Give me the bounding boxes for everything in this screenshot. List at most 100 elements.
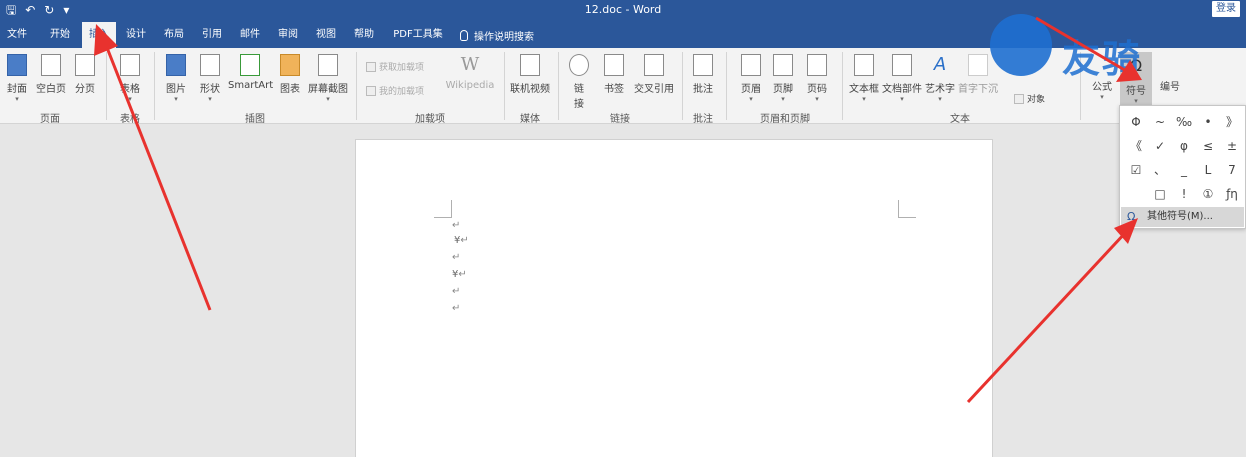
comment-button[interactable]: 批注 — [690, 54, 716, 95]
bookmark-button[interactable]: 书签 — [600, 54, 628, 95]
symbol-cell[interactable]: φ — [1172, 134, 1196, 158]
textbox-button[interactable]: 文本框 ▾ — [848, 54, 880, 103]
omega-icon: Ω — [1127, 210, 1136, 223]
symbol-cell[interactable]: ƒη — [1220, 182, 1244, 206]
group-label-tables: 表格 — [120, 114, 140, 125]
tab-home[interactable]: 开始 — [42, 20, 78, 48]
textbox-icon — [854, 54, 874, 76]
tab-insert[interactable]: 插入 — [82, 20, 116, 48]
symbol-cell[interactable]: □ — [1148, 182, 1172, 206]
textbox-label: 文本框 — [849, 84, 879, 95]
symbol-cell[interactable]: ‰ — [1172, 110, 1196, 134]
picture-button[interactable]: 图片 ▾ — [162, 54, 190, 103]
chart-button[interactable]: 图表 — [276, 54, 304, 95]
symbol-cell[interactable]: ≤ — [1196, 134, 1220, 158]
symbol-cell[interactable]: Φ — [1124, 110, 1148, 134]
cover-page-button[interactable]: 封面 ▾ — [4, 54, 30, 103]
tab-layout[interactable]: 布局 — [158, 20, 190, 48]
symbol-cell[interactable]: ☑ — [1124, 158, 1148, 182]
chart-icon — [280, 54, 300, 76]
header-icon — [741, 54, 761, 76]
chevron-down-icon: ▾ — [749, 95, 753, 103]
tab-file[interactable]: 文件 — [2, 20, 32, 48]
cross-reference-icon — [644, 54, 664, 76]
tab-review[interactable]: 审阅 — [272, 20, 304, 48]
tab-help[interactable]: 帮助 — [348, 20, 380, 48]
my-addins-label: 我的加载项 — [379, 87, 425, 97]
screenshot-button[interactable]: 屏幕截图 ▾ — [306, 54, 350, 103]
more-symbols-item[interactable]: Ω 其他符号(M)... — [1121, 207, 1244, 227]
symbol-cell[interactable]: 、 — [1148, 158, 1172, 182]
symbol-cell[interactable]: 《 — [1124, 134, 1148, 158]
cross-reference-button[interactable]: 交叉引用 — [632, 54, 676, 95]
video-icon — [520, 54, 540, 76]
page-number-button[interactable]: 页码 ▾ — [804, 54, 830, 103]
watermark-logo: 友骑 — [990, 10, 1246, 110]
page-break-button[interactable]: 分页 — [72, 54, 98, 95]
paragraph-mark: ↵ — [458, 269, 467, 280]
smartart-button[interactable]: SmartArt — [228, 54, 273, 91]
shapes-label: 形状 — [200, 84, 220, 95]
tab-references[interactable]: 引用 — [196, 20, 228, 48]
paragraph-mark: ↵ — [452, 286, 461, 297]
symbol-cell[interactable]: ! — [1172, 182, 1196, 206]
symbol-cell[interactable]: _ — [1172, 158, 1196, 182]
screenshot-label: 屏幕截图 — [308, 84, 348, 95]
chevron-down-icon: ▾ — [15, 95, 19, 103]
symbol-cell[interactable]: L — [1196, 158, 1220, 182]
symbol-cell[interactable]: ~ — [1148, 110, 1172, 134]
symbol-cell[interactable] — [1124, 182, 1148, 206]
chart-label: 图表 — [280, 84, 300, 95]
page-break-label: 分页 — [75, 84, 95, 95]
get-addins-button[interactable]: 获取加载项 — [366, 60, 424, 73]
group-label-addins: 加载项 — [415, 114, 445, 125]
tab-pdf-tools[interactable]: PDF工具集 — [388, 20, 448, 48]
table-icon — [120, 54, 140, 76]
link-button[interactable]: 链 接 — [568, 54, 590, 110]
online-video-button[interactable]: 联机视频 — [510, 54, 550, 95]
group-label-header-footer: 页眉和页脚 — [760, 114, 810, 125]
group-label-pages: 页面 — [40, 114, 60, 125]
lightbulb-icon — [460, 30, 468, 41]
separator — [558, 52, 559, 120]
bookmark-icon — [604, 54, 624, 76]
wikipedia-button[interactable]: W Wikipedia — [444, 54, 496, 91]
tell-me-search[interactable]: 操作说明搜索 — [460, 28, 534, 43]
blank-page-icon — [41, 54, 61, 76]
group-label-comments: 批注 — [693, 114, 713, 125]
symbol-cell[interactable]: 7 — [1220, 158, 1244, 182]
comment-icon — [693, 54, 713, 76]
tab-design[interactable]: 设计 — [120, 20, 152, 48]
table-button[interactable]: 表格 ▾ — [114, 54, 146, 103]
footer-button[interactable]: 页脚 ▾ — [770, 54, 796, 103]
tell-me-label: 操作说明搜索 — [474, 32, 534, 43]
symbol-cell[interactable]: ✓ — [1148, 134, 1172, 158]
quick-parts-label: 文档部件 — [882, 84, 922, 95]
symbol-cell[interactable]: ① — [1196, 182, 1220, 206]
symbol-cell[interactable]: 》 — [1220, 110, 1244, 134]
symbol-cell[interactable]: • — [1196, 110, 1220, 134]
chevron-down-icon: ▾ — [862, 95, 866, 103]
blank-page-button[interactable]: 空白页 — [34, 54, 68, 95]
shapes-button[interactable]: 形状 ▾ — [196, 54, 224, 103]
globe-link-icon — [569, 54, 589, 76]
paragraph-line: ¥↵ — [452, 269, 467, 281]
smartart-icon — [240, 54, 260, 76]
online-video-label: 联机视频 — [510, 84, 550, 95]
tab-view[interactable]: 视图 — [310, 20, 342, 48]
symbol-cell[interactable]: ± — [1220, 134, 1244, 158]
page-number-label: 页码 — [807, 84, 827, 95]
wikipedia-label: Wikipedia — [445, 80, 495, 91]
chevron-down-icon: ▾ — [815, 95, 819, 103]
quick-parts-button[interactable]: 文档部件 ▾ — [882, 54, 922, 103]
page-break-icon — [75, 54, 95, 76]
tab-mailings[interactable]: 邮件 — [234, 20, 266, 48]
header-button[interactable]: 页眉 ▾ — [738, 54, 764, 103]
margin-corner-top-left — [434, 200, 452, 218]
document-page[interactable]: ↵ ¥↵ ↵ ¥↵ ↵ ↵ — [355, 139, 993, 457]
my-addins-button[interactable]: 我的加载项 — [366, 84, 424, 97]
chevron-down-icon: ▾ — [326, 95, 330, 103]
separator — [106, 52, 107, 120]
paragraph-mark: ↵ — [452, 303, 461, 314]
wordart-button[interactable]: A 艺术字 ▾ — [924, 54, 956, 103]
